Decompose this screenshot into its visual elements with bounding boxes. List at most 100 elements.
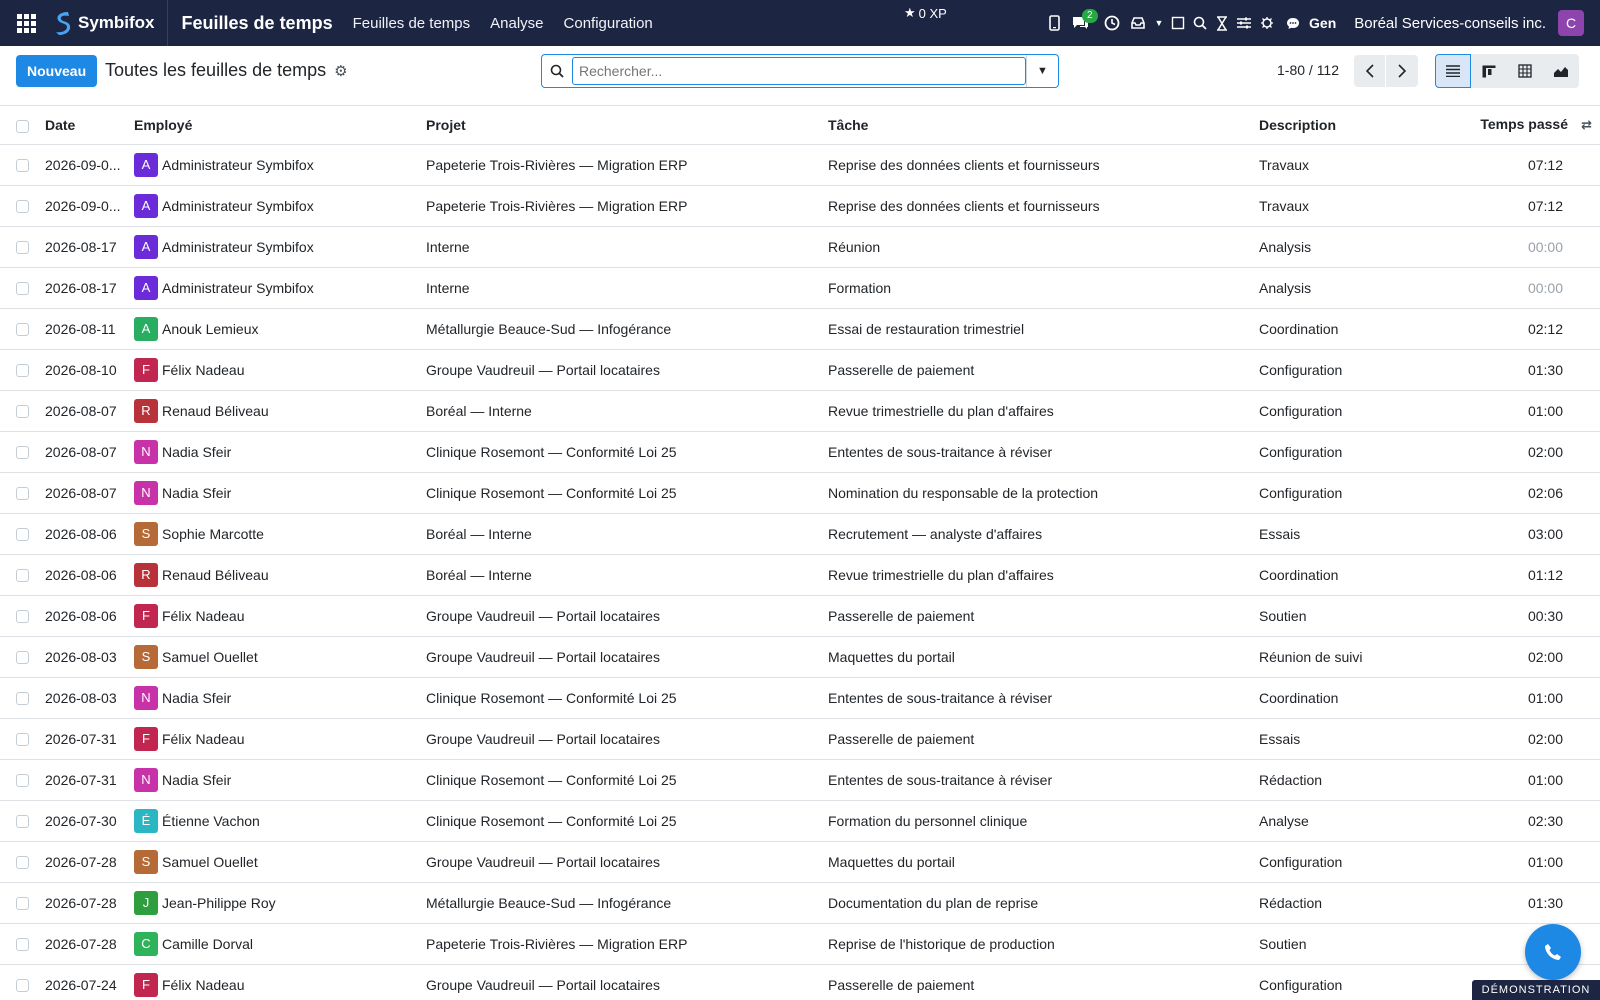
- row-checkbox[interactable]: [16, 733, 29, 747]
- row-checkbox[interactable]: [16, 610, 29, 624]
- table-row[interactable]: 2026-08-07 N Nadia Sfeir Clinique Rosemont …: [0, 472, 1600, 514]
- app-title[interactable]: Feuilles de temps: [182, 13, 333, 34]
- row-checkbox[interactable]: [16, 446, 29, 460]
- row-checkbox[interactable]: [16, 979, 29, 993]
- row-checkbox[interactable]: [16, 241, 29, 255]
- kanban-view-button[interactable]: [1471, 54, 1507, 88]
- table-row[interactable]: 2026-07-30 É Étienne Vachon Clinique Rosemo…: [0, 800, 1600, 842]
- avatar[interactable]: N: [134, 439, 158, 464]
- call-button[interactable]: [1525, 924, 1581, 980]
- row-checkbox[interactable]: [16, 159, 29, 173]
- table-row[interactable]: 2026-08-06 R Renaud Béliveau Boréal — Inter…: [0, 554, 1600, 596]
- avatar[interactable]: A: [134, 193, 158, 218]
- gen-label[interactable]: Gen: [1309, 15, 1336, 31]
- pager-next-button[interactable]: [1386, 55, 1418, 87]
- bug-icon[interactable]: [1255, 0, 1279, 46]
- table-row[interactable]: 2026-08-07 N Nadia Sfeir Clinique Rosemont …: [0, 431, 1600, 473]
- table-row[interactable]: 2026-08-06 F Félix Nadeau Groupe Vaudreuil …: [0, 595, 1600, 637]
- column-header-description[interactable]: Description: [1259, 106, 1449, 145]
- row-checkbox[interactable]: [16, 200, 29, 214]
- pager-value[interactable]: 1-80 / 112: [1277, 62, 1339, 78]
- row-checkbox[interactable]: [16, 897, 29, 911]
- avatar[interactable]: F: [134, 357, 158, 382]
- row-checkbox[interactable]: [16, 569, 29, 583]
- avatar[interactable]: A: [134, 234, 158, 259]
- row-checkbox[interactable]: [16, 692, 29, 706]
- row-checkbox[interactable]: [16, 364, 29, 378]
- avatar[interactable]: S: [134, 521, 158, 546]
- row-checkbox[interactable]: [16, 651, 29, 665]
- table-row[interactable]: 2026-08-11 A Anouk Lemieux Métallurgie Beau…: [0, 308, 1600, 350]
- column-header-project[interactable]: Projet: [426, 106, 828, 145]
- hourglass-icon[interactable]: [1211, 0, 1233, 46]
- row-checkbox[interactable]: [16, 774, 29, 788]
- avatar[interactable]: J: [134, 890, 158, 915]
- new-button[interactable]: Nouveau: [16, 55, 98, 87]
- column-header-time[interactable]: Temps passé: [1480, 116, 1568, 132]
- search-icon[interactable]: [1189, 0, 1211, 46]
- column-header-employee[interactable]: Employé: [134, 106, 426, 145]
- search-input[interactable]: [572, 57, 1026, 85]
- table-row[interactable]: 2026-07-24 F Félix Nadeau Groupe Vaudreuil …: [0, 964, 1600, 1000]
- table-row[interactable]: 2026-07-28 S Samuel Ouellet Groupe Vaudreui…: [0, 841, 1600, 883]
- pivot-view-button[interactable]: [1507, 54, 1543, 88]
- avatar[interactable]: N: [134, 767, 158, 792]
- xp-indicator[interactable]: ★ 0 XP: [904, 5, 947, 21]
- table-row[interactable]: 2026-07-28 J Jean-Philippe Roy Métallurgie …: [0, 882, 1600, 924]
- avatar[interactable]: F: [134, 603, 158, 628]
- company-switcher[interactable]: Boréal Services-conseils inc.: [1354, 15, 1546, 32]
- table-row[interactable]: 2026-07-31 F Félix Nadeau Groupe Vaudreuil …: [0, 718, 1600, 760]
- graph-view-button[interactable]: [1543, 54, 1579, 88]
- row-checkbox[interactable]: [16, 938, 29, 952]
- table-row[interactable]: 2026-08-17 A Administrateur Symbifox Intern…: [0, 226, 1600, 268]
- table-row[interactable]: 2026-08-03 S Samuel Ouellet Groupe Vaudreui…: [0, 636, 1600, 678]
- avatar[interactable]: S: [134, 849, 158, 874]
- avatar[interactable]: F: [134, 972, 158, 997]
- table-row[interactable]: 2026-08-17 A Administrateur Symbifox Intern…: [0, 267, 1600, 309]
- avatar[interactable]: S: [134, 644, 158, 669]
- avatar[interactable]: N: [134, 685, 158, 710]
- avatar[interactable]: É: [134, 808, 158, 833]
- menu-configuration[interactable]: Configuration: [564, 15, 653, 32]
- user-avatar[interactable]: C: [1558, 10, 1584, 36]
- table-row[interactable]: 2026-08-03 N Nadia Sfeir Clinique Rosemont …: [0, 677, 1600, 719]
- row-checkbox[interactable]: [16, 815, 29, 829]
- assistant-chat-icon[interactable]: [1283, 0, 1303, 46]
- menu-feuilles-de-temps[interactable]: Feuilles de temps: [353, 15, 471, 32]
- table-row[interactable]: 2026-07-28 C Camille Dorval Papeterie Trois…: [0, 923, 1600, 965]
- column-header-task[interactable]: Tâche: [828, 106, 1259, 145]
- avatar[interactable]: R: [134, 562, 158, 587]
- mobile-icon[interactable]: [1041, 0, 1067, 46]
- brand[interactable]: Symbifox: [52, 0, 168, 46]
- sliders-icon[interactable]: [1233, 0, 1255, 46]
- avatar[interactable]: N: [134, 480, 158, 505]
- menu-analyse[interactable]: Analyse: [490, 15, 543, 32]
- gear-icon[interactable]: ⚙: [334, 62, 347, 80]
- row-checkbox[interactable]: [16, 487, 29, 501]
- table-row[interactable]: 2026-08-07 R Renaud Béliveau Boréal — Inter…: [0, 390, 1600, 432]
- search-options-toggle[interactable]: ▼: [1026, 55, 1058, 87]
- avatar[interactable]: R: [134, 398, 158, 423]
- row-checkbox[interactable]: [16, 323, 29, 337]
- list-view-button[interactable]: [1435, 54, 1471, 88]
- table-row[interactable]: 2026-07-31 N Nadia Sfeir Clinique Rosemont …: [0, 759, 1600, 801]
- avatar[interactable]: A: [134, 152, 158, 177]
- inbox-icon[interactable]: [1125, 0, 1151, 46]
- row-checkbox[interactable]: [16, 405, 29, 419]
- avatar[interactable]: A: [134, 316, 158, 341]
- messages-button[interactable]: 2: [1067, 0, 1098, 46]
- caret-down-icon[interactable]: ▼: [1151, 0, 1167, 46]
- avatar[interactable]: F: [134, 726, 158, 751]
- table-row[interactable]: 2026-08-06 S Sophie Marcotte Boréal — Inter…: [0, 513, 1600, 555]
- optional-columns-icon[interactable]: ⇄: [1578, 117, 1592, 133]
- clock-icon[interactable]: [1099, 0, 1125, 46]
- table-row[interactable]: 2026-09-0... A Administrateur Symbifox Pape…: [0, 185, 1600, 227]
- table-row[interactable]: 2026-09-0... A Administrateur Symbifox Pape…: [0, 144, 1600, 186]
- note-icon[interactable]: [1167, 0, 1189, 46]
- row-checkbox[interactable]: [16, 282, 29, 296]
- pager-previous-button[interactable]: [1354, 55, 1386, 87]
- select-all-checkbox[interactable]: [16, 119, 29, 133]
- table-row[interactable]: 2026-08-10 F Félix Nadeau Groupe Vaudreuil …: [0, 349, 1600, 391]
- row-checkbox[interactable]: [16, 528, 29, 542]
- row-checkbox[interactable]: [16, 856, 29, 870]
